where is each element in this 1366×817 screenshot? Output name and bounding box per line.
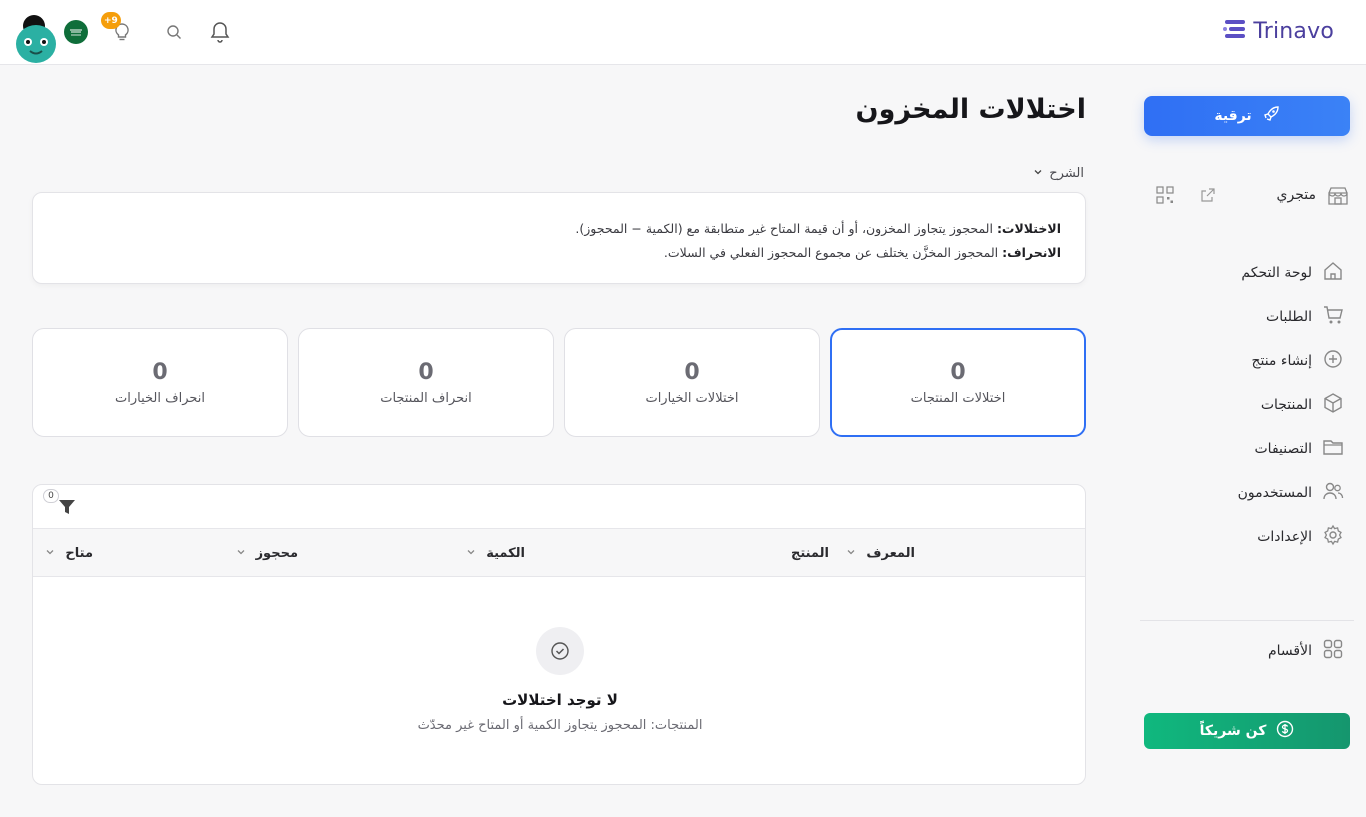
stat-card-product-discrepancies[interactable]: 0 اختلالات المنتجات	[830, 328, 1086, 437]
top-bar: +9 Trinavo	[0, 0, 1366, 65]
sidebar-item-create-product[interactable]: إنشاء منتج	[1140, 347, 1344, 375]
column-label: المنتج	[790, 546, 829, 561]
stat-value: 0	[950, 359, 966, 385]
sidebar-divider	[1140, 620, 1354, 621]
explanation-toggle-label: الشرح	[1049, 166, 1084, 181]
sidebar-item-label: الأقسام	[1268, 643, 1312, 659]
grid-icon	[1322, 638, 1344, 664]
discrepancies-table: 0 المعرف المنتج الكمية محجوز متاح لا توج…	[32, 484, 1086, 785]
partner-label: كن شريكاً	[1199, 723, 1267, 739]
users-icon	[1322, 480, 1344, 506]
dollar-circle-icon	[1276, 720, 1294, 742]
home-icon	[1322, 260, 1344, 286]
store-label: متجري	[1276, 187, 1316, 203]
external-link-icon[interactable]	[1200, 187, 1216, 207]
language-flag-icon[interactable]	[64, 20, 88, 44]
sidebar-item-sections[interactable]: الأقسام	[1140, 637, 1344, 665]
explanation-drift: الانحراف: المحجوز المخزَّن يختلف عن مجمو…	[57, 241, 1061, 265]
folder-icon	[1322, 436, 1344, 462]
brand-logo[interactable]: Trinavo	[1223, 17, 1334, 45]
sidebar-item-label: التصنيفات	[1254, 441, 1313, 457]
notification-count-badge: +9	[101, 12, 121, 29]
stat-value: 0	[684, 359, 700, 385]
sidebar-item-products[interactable]: المنتجات	[1140, 391, 1344, 419]
column-label: المعرف	[866, 546, 915, 561]
funnel-icon	[57, 497, 77, 521]
become-partner-button[interactable]: كن شريكاً	[1144, 713, 1350, 749]
avatar[interactable]	[14, 14, 58, 64]
sidebar-item-dashboard[interactable]: لوحة التحكم	[1140, 259, 1344, 287]
column-header-available[interactable]: متاح	[45, 529, 93, 578]
column-label: الكمية	[486, 546, 525, 561]
chevron-down-icon	[466, 546, 476, 561]
column-header-quantity[interactable]: الكمية	[466, 529, 525, 578]
empty-state-title: لا توجد اختلالات	[502, 691, 618, 709]
chevron-down-icon	[236, 546, 246, 561]
filter-count-badge: 0	[43, 489, 59, 503]
sidebar-item-users[interactable]: المستخدمون	[1140, 479, 1344, 507]
explanation-card: الاختلالات: المحجوز يتجاوز المخزون، أو أ…	[32, 192, 1086, 284]
cart-icon	[1322, 304, 1344, 330]
empty-state-subtitle: المنتجات: المحجوز يتجاوز الكمية أو المتا…	[417, 718, 703, 733]
stat-label: اختلالات الخيارات	[645, 390, 739, 406]
upgrade-label: ترقية	[1214, 108, 1252, 124]
sidebar: ترقية متجري لوحة التحكم الطلبات إنشاء من…	[1126, 65, 1366, 817]
stat-label: انحراف المنتجات	[380, 390, 472, 406]
column-header-id[interactable]: المعرف	[846, 529, 915, 578]
sidebar-item-label: الطلبات	[1266, 309, 1312, 325]
stat-card-product-drift[interactable]: 0 انحراف المنتجات	[298, 328, 554, 437]
sidebar-item-label: إنشاء منتج	[1251, 353, 1312, 369]
brand-name: Trinavo	[1253, 18, 1334, 44]
gear-icon	[1322, 524, 1344, 550]
stat-value: 0	[418, 359, 434, 385]
explanation-text: المحجوز يتجاوز المخزون، أو أن قيمة المتا…	[575, 221, 997, 236]
stat-label: انحراف الخيارات	[115, 390, 205, 406]
column-header-product[interactable]: المنتج	[791, 529, 829, 578]
chevron-down-icon	[45, 546, 55, 561]
store-row[interactable]: متجري	[1140, 181, 1350, 211]
sidebar-item-label: الإعدادات	[1257, 529, 1312, 545]
search-icon[interactable]	[160, 18, 188, 46]
plus-circle-icon	[1322, 348, 1344, 374]
bell-icon[interactable]	[206, 18, 234, 46]
column-header-reserved[interactable]: محجوز	[236, 529, 298, 578]
explanation-text: المحجوز المخزَّن يختلف عن مجموع المحجوز …	[663, 245, 1003, 260]
filter-button[interactable]: 0	[39, 489, 79, 523]
check-circle-icon	[536, 627, 584, 675]
table-header: المعرف المنتج الكمية محجوز متاح	[33, 528, 1085, 578]
store-icon	[1326, 184, 1350, 212]
chevron-down-icon	[846, 546, 856, 561]
explanation-term: الانحراف:	[1002, 245, 1061, 260]
stat-value: 0	[152, 359, 168, 385]
explanation-discrepancies: الاختلالات: المحجوز يتجاوز المخزون، أو أ…	[57, 217, 1061, 241]
stat-card-option-drift[interactable]: 0 انحراف الخيارات	[32, 328, 288, 437]
sidebar-item-label: المستخدمون	[1237, 485, 1312, 501]
sidebar-item-settings[interactable]: الإعدادات	[1140, 523, 1344, 551]
box-icon	[1322, 392, 1344, 418]
stat-label: اختلالات المنتجات	[910, 390, 1006, 406]
sidebar-item-orders[interactable]: الطلبات	[1140, 303, 1344, 331]
sidebar-item-label: المنتجات	[1260, 397, 1312, 413]
sidebar-item-label: لوحة التحكم	[1241, 265, 1312, 281]
qr-code-icon[interactable]	[1156, 186, 1174, 208]
stat-card-option-discrepancies[interactable]: 0 اختلالات الخيارات	[564, 328, 820, 437]
explanation-toggle[interactable]: الشرح	[1033, 166, 1084, 181]
column-label: متاح	[65, 546, 93, 561]
chevron-down-icon	[1033, 166, 1043, 181]
sidebar-item-categories[interactable]: التصنيفات	[1140, 435, 1344, 463]
rocket-icon	[1262, 105, 1280, 127]
page-title: اختلالات المخزون	[855, 94, 1086, 125]
upgrade-button[interactable]: ترقية	[1144, 96, 1350, 136]
column-label: محجوز	[255, 546, 298, 561]
explanation-term: الاختلالات:	[996, 221, 1061, 236]
logo-mark-icon	[1223, 17, 1247, 45]
